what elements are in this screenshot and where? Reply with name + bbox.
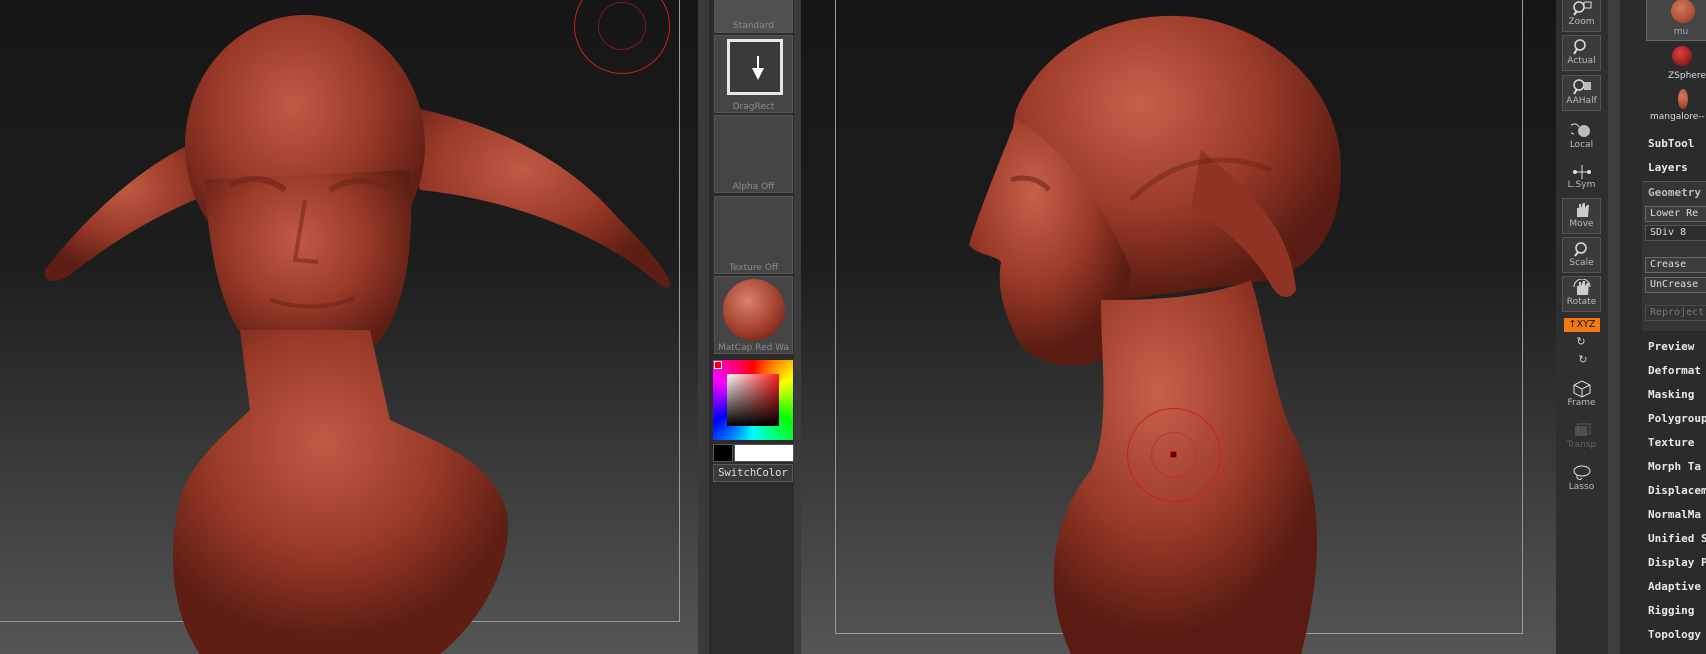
scale-label: Scale	[1569, 258, 1594, 268]
scale-button[interactable]: Scale	[1562, 237, 1601, 273]
transparency-icon	[1574, 423, 1590, 436]
alpha-selector[interactable]: Alpha Off	[714, 115, 793, 193]
rotate-label: Rotate	[1566, 297, 1597, 307]
brush-cursor-inner	[598, 2, 646, 50]
z-axis-rotate-icon[interactable]: ↻	[1577, 354, 1589, 366]
thumb-label: ZSphere	[1668, 71, 1706, 81]
magnifier-icon	[1572, 39, 1586, 55]
texture-label: Texture Off	[728, 263, 779, 273]
move-button[interactable]: Move	[1562, 198, 1601, 234]
menu-deformation[interactable]: Deformat	[1648, 364, 1701, 377]
menu-adaptive-skin[interactable]: Adaptive	[1648, 580, 1701, 593]
reproject-button[interactable]: Reproject	[1645, 305, 1706, 321]
menu-normalmap[interactable]: NormalMa	[1648, 508, 1701, 521]
hand-icon	[1576, 203, 1589, 217]
sculpt-model-front[interactable]	[0, 0, 698, 654]
tool-panel: mu ZSphere mangalore-- SubTool Layers Ge…	[1620, 0, 1706, 654]
magnifier-icon	[1572, 79, 1591, 95]
transp-button[interactable]: Transp	[1562, 420, 1601, 456]
viewport-front[interactable]	[0, 0, 698, 654]
mangalore-thumb[interactable]: mangalore--	[1646, 86, 1706, 126]
menu-layers[interactable]: Layers	[1648, 161, 1688, 174]
geometry-title[interactable]: Geometry	[1648, 186, 1701, 199]
menu-morph-target[interactable]: Morph Ta	[1648, 460, 1701, 473]
texture-selector[interactable]: Texture Off	[714, 196, 793, 274]
rotate-icon	[1573, 279, 1590, 295]
menu-subtool[interactable]: SubTool	[1648, 137, 1694, 150]
material-selector[interactable]: MatCap Red Wa	[714, 276, 793, 354]
viewport-divider-2	[794, 0, 801, 654]
alpha-label: Alpha Off	[732, 182, 775, 192]
brush-center-dot	[1170, 451, 1177, 458]
menu-display-properties[interactable]: Display P	[1648, 556, 1706, 569]
menu-texture[interactable]: Texture	[1648, 436, 1694, 449]
menu-rigging[interactable]: Rigging	[1648, 604, 1694, 617]
lower-res-button[interactable]: Lower Re	[1645, 206, 1706, 222]
menu-displacement[interactable]: Displacem	[1648, 484, 1706, 497]
viewport-side[interactable]	[801, 0, 1556, 654]
move-label: Move	[1569, 219, 1594, 229]
main-color-swatch[interactable]	[734, 444, 794, 462]
viewport-divider	[698, 0, 709, 654]
magnifier-icon	[1572, 1, 1591, 16]
material-sphere-icon	[723, 279, 785, 341]
dragrect-stroke-icon	[727, 39, 783, 95]
local-button[interactable]: Local	[1562, 120, 1601, 156]
brush-label: Standard	[733, 21, 774, 31]
stroke-label: DragRect	[732, 102, 775, 112]
menu-preview[interactable]: Preview	[1648, 340, 1694, 353]
menu-polygroups[interactable]: Polygroup	[1648, 412, 1706, 425]
symmetry-icon	[1572, 165, 1591, 179]
panel-divider	[1608, 0, 1620, 654]
menu-unified-skin[interactable]: Unified S	[1648, 532, 1706, 545]
aahalf-label: AAHalf	[1566, 96, 1597, 106]
secondary-color-swatch[interactable]	[713, 444, 733, 462]
scale-icon	[1573, 242, 1587, 257]
actual-label: Actual	[1567, 56, 1596, 66]
lasso-button[interactable]: Lasso	[1562, 462, 1601, 498]
rotate-button[interactable]: Rotate	[1562, 276, 1601, 312]
lsym-button[interactable]: L.Sym	[1562, 160, 1601, 196]
frame-label: Frame	[1567, 398, 1596, 408]
thumb-label: mangalore--	[1650, 112, 1705, 122]
cube-icon	[1573, 380, 1590, 398]
lasso-label: Lasso	[1568, 482, 1595, 492]
frame-button[interactable]: Frame	[1562, 378, 1601, 414]
xyz-toggle[interactable]: ↑XYZ	[1564, 318, 1600, 332]
zoom-label: Zoom	[1568, 17, 1595, 27]
sdiv-slider[interactable]: SDiv 8	[1645, 225, 1706, 241]
lsym-label: L.Sym	[1567, 180, 1596, 190]
switch-color-button[interactable]: SwitchColor	[713, 464, 793, 482]
menu-masking[interactable]: Masking	[1648, 388, 1694, 401]
uncrease-button[interactable]: UnCrease	[1645, 277, 1706, 293]
sculpt-model-side[interactable]	[801, 0, 1556, 654]
brush-palette: Standard DragRect Alpha Off Texture Off …	[709, 0, 794, 654]
transp-label: Transp	[1566, 440, 1597, 450]
color-picker[interactable]	[713, 360, 793, 440]
menu-topology[interactable]: Topology	[1648, 628, 1701, 641]
local-label: Local	[1569, 140, 1594, 150]
view-tool-strip: Zoom Actual AAHalf Local L.Sym Move Scal…	[1556, 0, 1608, 654]
zsphere-icon	[1672, 46, 1692, 66]
crease-button[interactable]: Crease	[1645, 257, 1706, 273]
zoom-button[interactable]: Zoom	[1562, 0, 1601, 32]
stroke-selector[interactable]: DragRect	[714, 35, 793, 113]
local-sphere-icon	[1570, 123, 1590, 137]
zsphere-thumb[interactable]: ZSphere	[1646, 42, 1706, 84]
aahalf-button[interactable]: AAHalf	[1562, 75, 1601, 111]
model-thumbnail-icon	[1671, 0, 1695, 23]
subtool-thumb-mu[interactable]: mu	[1646, 0, 1706, 41]
model-thumbnail-icon	[1678, 89, 1688, 109]
lasso-icon	[1573, 465, 1590, 480]
actual-button[interactable]: Actual	[1562, 35, 1601, 71]
color-marker	[714, 361, 722, 369]
y-axis-rotate-icon[interactable]: ↻	[1575, 336, 1587, 348]
thumb-label: mu	[1673, 27, 1689, 37]
brush-selector[interactable]: Standard	[714, 0, 793, 33]
material-label: MatCap Red Wa	[718, 343, 789, 353]
